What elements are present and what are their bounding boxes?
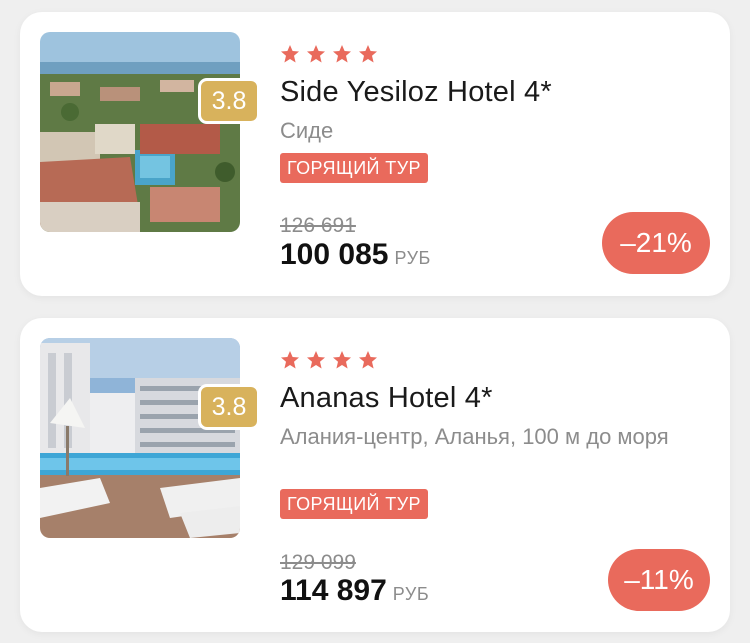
hotel-location: Сиде — [280, 118, 334, 143]
price-row: 114 897 РУБ — [280, 574, 429, 608]
current-price: 114 897 — [280, 574, 387, 607]
hotel-photo[interactable] — [40, 32, 240, 232]
star-rating — [280, 350, 378, 374]
currency-label: РУБ — [394, 248, 431, 268]
price-row: 100 085 РУБ — [280, 238, 431, 272]
hotel-location: Алания-центр, Аланья, 100 м до моря — [280, 424, 669, 449]
hot-tour-badge: ГОРЯЩИЙ ТУР — [280, 153, 428, 183]
star-icon — [358, 44, 378, 64]
discount-badge: –21% — [602, 212, 710, 274]
star-icon — [332, 44, 352, 64]
star-rating — [280, 44, 378, 68]
star-icon — [280, 44, 300, 64]
discount-badge: –11% — [608, 549, 710, 611]
currency-label: РУБ — [392, 584, 430, 604]
current-price: 100 085 — [280, 238, 389, 271]
star-icon — [358, 350, 378, 370]
hot-tour-badge: ГОРЯЩИЙ ТУР — [280, 489, 428, 519]
hotel-photo[interactable] — [40, 338, 240, 538]
hotel-photo-image — [40, 338, 240, 538]
star-icon — [280, 350, 300, 370]
hotel-card[interactable]: 3.8 Ananas Hotel 4* Алания-центр, Аланья… — [20, 318, 730, 632]
star-icon — [332, 350, 352, 370]
star-icon — [306, 350, 326, 370]
hotel-name[interactable]: Side Yesiloz Hotel 4* — [280, 76, 552, 109]
old-price: 126 691 — [280, 214, 356, 237]
hotel-photo-image — [40, 32, 240, 232]
hotel-card[interactable]: 3.8 Side Yesiloz Hotel 4* Сиде ГОРЯЩИЙ Т… — [20, 12, 730, 296]
rating-badge: 3.8 — [198, 78, 260, 124]
hotel-name[interactable]: Ananas Hotel 4* — [280, 382, 493, 415]
star-icon — [306, 44, 326, 64]
old-price: 129 099 — [280, 551, 356, 574]
rating-badge: 3.8 — [198, 384, 260, 430]
